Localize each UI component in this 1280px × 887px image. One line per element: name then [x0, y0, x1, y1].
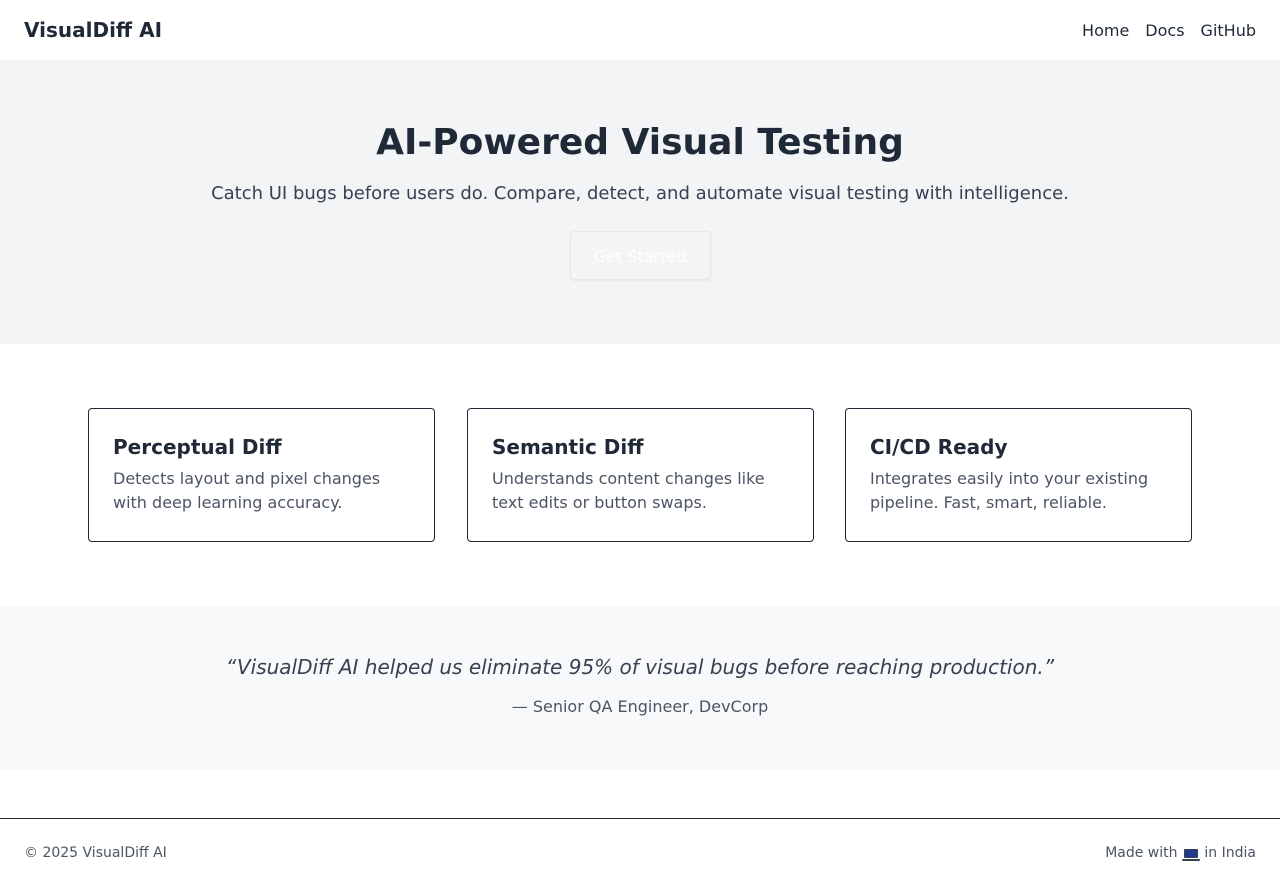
laptop-icon	[1181, 849, 1200, 861]
footer-made-with: Made with in India	[1105, 845, 1256, 861]
hero-subtitle: Catch UI bugs before users do. Compare, …	[211, 182, 1069, 204]
feature-title: CI/CD Ready	[870, 435, 1008, 459]
made-with-prefix: Made with	[1105, 845, 1178, 861]
feature-card-perceptual-diff: Perceptual Diff Detects layout and pixel…	[88, 408, 435, 542]
nav-links: Home Docs GitHub	[1082, 21, 1256, 40]
nav-link-github[interactable]: GitHub	[1201, 21, 1256, 40]
get-started-button[interactable]: Get Started	[569, 230, 711, 280]
hero-title: AI-Powered Visual Testing	[376, 122, 904, 163]
footer-copyright: © 2025 VisualDiff AI	[24, 845, 167, 861]
feature-description: Integrates easily into your existing pip…	[870, 469, 1149, 512]
features-section: Perceptual Diff Detects layout and pixel…	[0, 344, 1280, 606]
navbar: VisualDiff AI Home Docs GitHub	[0, 0, 1280, 60]
testimonial-author: — Senior QA Engineer, DevCorp	[511, 697, 769, 716]
feature-description: Understands content changes like text ed…	[492, 469, 765, 512]
feature-title: Perceptual Diff	[113, 435, 282, 459]
feature-card-semantic-diff: Semantic Diff Understands content change…	[467, 408, 814, 542]
brand-logo[interactable]: VisualDiff AI	[24, 18, 162, 42]
testimonial-quote: “VisualDiff AI helped us eliminate 95% o…	[225, 655, 1055, 679]
nav-link-docs[interactable]: Docs	[1145, 21, 1184, 40]
feature-card-cicd-ready: CI/CD Ready Integrates easily into your …	[845, 408, 1192, 542]
feature-description: Detects layout and pixel changes with de…	[113, 469, 381, 512]
testimonial-section: “VisualDiff AI helped us eliminate 95% o…	[0, 606, 1280, 770]
made-with-suffix: in India	[1204, 845, 1256, 861]
nav-link-home[interactable]: Home	[1082, 21, 1129, 40]
footer: © 2025 VisualDiff AI Made with in India	[0, 818, 1280, 887]
hero-section: AI-Powered Visual Testing Catch UI bugs …	[0, 60, 1280, 344]
feature-title: Semantic Diff	[492, 435, 644, 459]
